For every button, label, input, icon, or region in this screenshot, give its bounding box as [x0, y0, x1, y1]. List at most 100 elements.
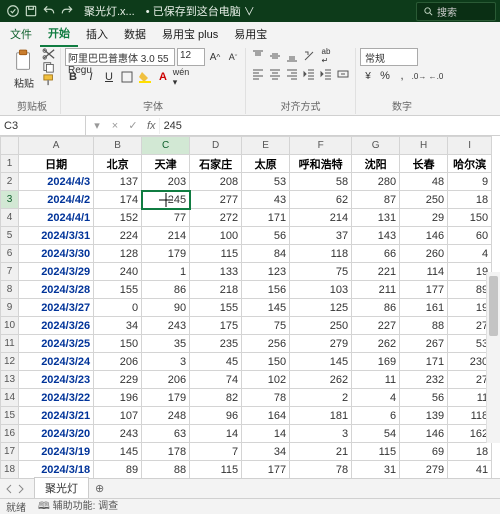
fx-icon[interactable]: fx: [144, 120, 159, 132]
fill-color-icon[interactable]: [137, 69, 153, 85]
col-header[interactable]: C: [142, 137, 190, 155]
date-cell[interactable]: 2024/4/3: [19, 173, 94, 191]
data-cell[interactable]: 169: [352, 353, 400, 371]
data-cell[interactable]: 41: [448, 461, 492, 479]
data-cell[interactable]: 18: [448, 443, 492, 461]
data-cell[interactable]: 279: [290, 335, 352, 353]
menu-file[interactable]: 文件: [2, 22, 40, 46]
data-cell[interactable]: 260: [400, 245, 448, 263]
data-cell[interactable]: 175: [190, 317, 242, 335]
col-header[interactable]: B: [94, 137, 142, 155]
data-cell[interactable]: 235: [190, 335, 242, 353]
data-cell[interactable]: 232: [400, 371, 448, 389]
data-cell[interactable]: 179: [142, 245, 190, 263]
data-cell[interactable]: 279: [400, 461, 448, 479]
row-header[interactable]: 5: [1, 227, 19, 245]
data-cell[interactable]: 146: [400, 425, 448, 443]
data-cell[interactable]: 75: [242, 317, 290, 335]
data-cell[interactable]: 262: [352, 335, 400, 353]
row-header[interactable]: 3: [1, 191, 19, 209]
select-all-corner[interactable]: [1, 137, 19, 155]
data-cell[interactable]: 58: [290, 173, 352, 191]
data-cell[interactable]: 155: [190, 299, 242, 317]
data-cell[interactable]: 267: [400, 335, 448, 353]
row-header[interactable]: 1: [1, 155, 19, 173]
data-cell[interactable]: 143: [352, 227, 400, 245]
add-sheet-icon[interactable]: ⊕: [89, 480, 110, 497]
data-cell[interactable]: 150: [242, 353, 290, 371]
header-cell[interactable]: 太原: [242, 155, 290, 173]
data-cell[interactable]: 56: [400, 389, 448, 407]
data-cell[interactable]: 21: [290, 443, 352, 461]
row-header[interactable]: 12: [1, 353, 19, 371]
data-cell[interactable]: 221: [352, 263, 400, 281]
font-color-icon[interactable]: A: [155, 69, 171, 85]
undo-icon[interactable]: [40, 2, 58, 20]
data-cell[interactable]: 3: [290, 425, 352, 443]
data-cell[interactable]: 206: [94, 353, 142, 371]
underline-icon[interactable]: U: [101, 69, 117, 85]
col-header[interactable]: E: [242, 137, 290, 155]
data-cell[interactable]: 115: [190, 245, 242, 263]
font-name-combo[interactable]: 阿里巴巴普惠体 3.0 55 Regu: [65, 48, 175, 66]
data-cell[interactable]: 75: [290, 263, 352, 281]
formula-input[interactable]: 245: [159, 118, 500, 134]
grid[interactable]: A B C D E F G H I 1 日期 北京 天津 石家庄 太原 呼和浩特…: [0, 136, 492, 479]
date-cell[interactable]: 2024/3/28: [19, 281, 94, 299]
data-cell[interactable]: 206: [142, 371, 190, 389]
col-header[interactable]: I: [448, 137, 492, 155]
row-header[interactable]: 6: [1, 245, 19, 263]
data-cell[interactable]: 74: [190, 371, 242, 389]
data-cell[interactable]: 82: [190, 389, 242, 407]
data-cell[interactable]: 240: [94, 263, 142, 281]
data-cell[interactable]: 88: [400, 317, 448, 335]
data-cell[interactable]: 171: [242, 209, 290, 227]
phonetic-icon[interactable]: wén▾: [173, 69, 189, 85]
wrap-text-icon[interactable]: ab↵: [318, 48, 334, 64]
scroll-thumb[interactable]: [489, 276, 498, 336]
date-cell[interactable]: 2024/3/23: [19, 371, 94, 389]
data-cell[interactable]: 34: [242, 443, 290, 461]
row-header[interactable]: 14: [1, 389, 19, 407]
date-cell[interactable]: 2024/3/19: [19, 443, 94, 461]
row-header[interactable]: 17: [1, 443, 19, 461]
data-cell[interactable]: 4: [352, 389, 400, 407]
data-cell[interactable]: 54: [352, 425, 400, 443]
format-painter-icon[interactable]: [42, 74, 56, 86]
data-cell[interactable]: 35: [142, 335, 190, 353]
data-cell[interactable]: 174: [94, 191, 142, 209]
data-cell[interactable]: 63: [142, 425, 190, 443]
data-cell[interactable]: 250: [290, 317, 352, 335]
row-header[interactable]: 4: [1, 209, 19, 227]
header-cell[interactable]: 沈阳: [352, 155, 400, 173]
data-cell[interactable]: 156: [242, 281, 290, 299]
data-cell[interactable]: 161: [400, 299, 448, 317]
menu-data[interactable]: 数据: [116, 22, 154, 46]
data-cell[interactable]: 211: [352, 281, 400, 299]
data-cell[interactable]: 37: [290, 227, 352, 245]
decrease-font-icon[interactable]: Aˇ: [225, 49, 241, 65]
header-cell[interactable]: 长春: [400, 155, 448, 173]
data-cell[interactable]: 131: [352, 209, 400, 227]
row-header[interactable]: 2: [1, 173, 19, 191]
data-cell[interactable]: 145: [94, 443, 142, 461]
data-cell[interactable]: 155: [94, 281, 142, 299]
data-cell[interactable]: 177: [400, 281, 448, 299]
increase-font-icon[interactable]: A^: [207, 49, 223, 65]
search-box[interactable]: 搜索: [416, 2, 496, 21]
data-cell[interactable]: 1: [142, 263, 190, 281]
percent-icon[interactable]: %: [377, 68, 393, 84]
data-cell[interactable]: 56: [242, 227, 290, 245]
increase-decimal-icon[interactable]: .0→: [411, 68, 427, 84]
data-cell[interactable]: 280: [352, 173, 400, 191]
data-cell[interactable]: 102: [242, 371, 290, 389]
data-cell[interactable]: 179: [142, 389, 190, 407]
data-cell[interactable]: 137: [94, 173, 142, 191]
data-cell[interactable]: 14: [190, 425, 242, 443]
data-cell[interactable]: 181: [290, 407, 352, 425]
data-cell[interactable]: 229: [94, 371, 142, 389]
data-cell[interactable]: 150: [448, 209, 492, 227]
decrease-indent-icon[interactable]: [301, 66, 317, 82]
data-cell[interactable]: 96: [190, 407, 242, 425]
data-cell[interactable]: 243: [142, 317, 190, 335]
